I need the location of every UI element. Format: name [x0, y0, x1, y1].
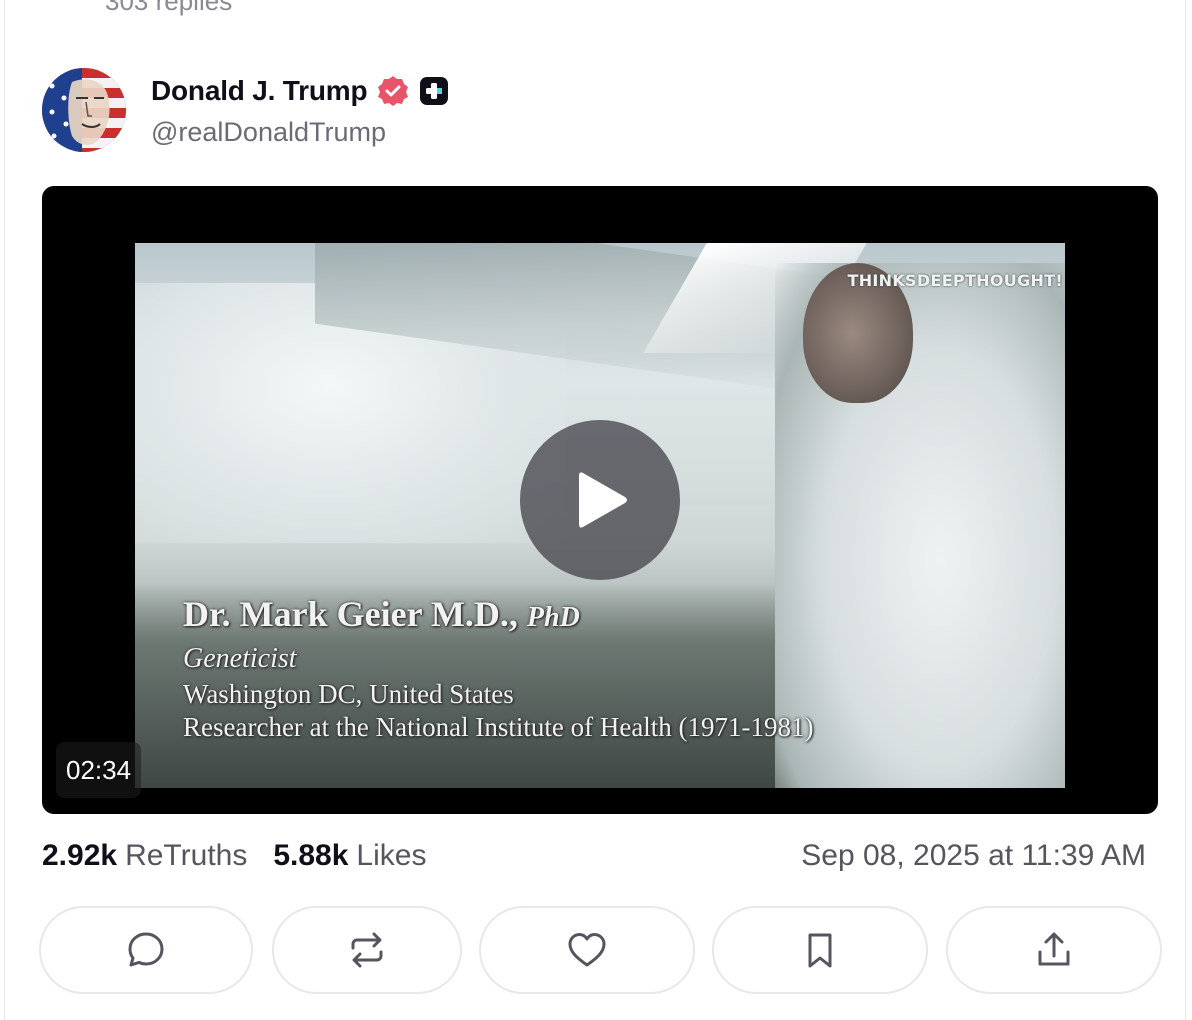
- retruth-icon: [351, 932, 383, 968]
- retruths-stat[interactable]: 2.92k ReTruths: [42, 839, 247, 873]
- caption-line-name: Dr. Mark Geier M.D., PhD: [183, 594, 580, 634]
- share-icon: [1038, 932, 1070, 966]
- caption-line-affiliation: Researcher at the National Institute of …: [183, 712, 814, 742]
- heart-icon: [568, 933, 606, 967]
- previous-replies-count[interactable]: 303 replies: [105, 0, 232, 17]
- caption-line-title: Geneticist: [183, 643, 297, 674]
- likes-stat[interactable]: 5.88k Likes: [273, 839, 426, 873]
- flag-portrait-avatar-icon: [42, 68, 126, 152]
- caption-line-location: Washington DC, United States: [183, 679, 514, 709]
- bookmark-button[interactable]: [712, 906, 928, 994]
- bookmark-icon: [808, 933, 832, 968]
- post-card: 303 replies Donald J. Trump @realDonaldT…: [4, 0, 1186, 1020]
- likes-label: Likes: [356, 839, 427, 872]
- like-button[interactable]: [479, 906, 695, 994]
- post-timestamp[interactable]: Sep 08, 2025 at 11:39 AM: [801, 836, 1146, 876]
- retruth-button[interactable]: [272, 906, 462, 994]
- author-avatar[interactable]: [42, 68, 126, 152]
- post-stats: 2.92k ReTruths 5.88k Likes: [42, 836, 452, 876]
- plus-badge-icon: [419, 76, 449, 106]
- video-caption: Dr. Mark Geier M.D., PhD Geneticist Wash…: [183, 593, 814, 743]
- video-duration: 02:34: [56, 742, 142, 798]
- action-bar: [39, 906, 1163, 994]
- video-player[interactable]: THINKSDEEPTHOUGHT! Dr. Mark Geier M.D., …: [42, 186, 1158, 814]
- reply-button[interactable]: [39, 906, 253, 994]
- likes-count: 5.88k: [273, 839, 349, 872]
- retruths-label: ReTruths: [125, 839, 248, 872]
- share-button[interactable]: [946, 906, 1162, 994]
- verified-badge-icon: [377, 75, 409, 107]
- video-watermark: THINKSDEEPTHOUGHT!: [847, 271, 1063, 290]
- play-icon: [579, 472, 627, 528]
- author-name[interactable]: Donald J. Trump: [151, 75, 368, 107]
- play-button[interactable]: [520, 420, 680, 580]
- author-name-row: Donald J. Trump: [151, 72, 449, 110]
- retruths-count: 2.92k: [42, 839, 118, 872]
- author-handle[interactable]: @realDonaldTrump: [151, 117, 386, 148]
- reply-icon: [128, 932, 164, 967]
